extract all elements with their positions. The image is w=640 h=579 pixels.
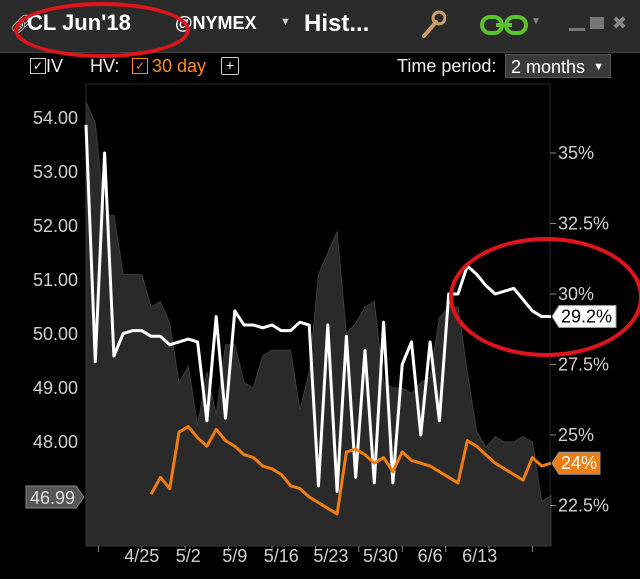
x-axis: 4/25 5/2 5/9 5/16 5/23 5/30 6/6 6/13 bbox=[97, 546, 533, 566]
price-last-value: 46.99 bbox=[30, 488, 75, 508]
x-tick-label: 5/16 bbox=[264, 546, 299, 566]
x-tick-label: 6/13 bbox=[462, 546, 497, 566]
right-tick-label: 32.5% bbox=[558, 214, 609, 234]
left-tick-label: 52.00 bbox=[33, 216, 78, 236]
x-tick-label: 4/25 bbox=[124, 546, 159, 566]
left-tick-label: 53.00 bbox=[33, 162, 78, 182]
hv-last-value: 24% bbox=[561, 453, 597, 473]
right-tick-label: 30% bbox=[558, 284, 594, 304]
left-axis: 54.00 53.00 52.00 51.00 50.00 49.00 48.00 bbox=[33, 108, 78, 452]
iv-hv-chart[interactable]: 54.00 53.00 52.00 51.00 50.00 49.00 48.00 35% 3… bbox=[0, 0, 640, 579]
right-tick-label: 27.5% bbox=[558, 355, 609, 375]
right-tick-label: 35% bbox=[558, 143, 594, 163]
left-tick-label: 49.00 bbox=[33, 378, 78, 398]
right-tick-label: 22.5% bbox=[558, 496, 609, 516]
left-tick-label: 48.00 bbox=[33, 432, 78, 452]
x-tick-label: 5/23 bbox=[313, 546, 348, 566]
iv-last-value: 29.2% bbox=[561, 307, 612, 327]
x-tick-label: 6/6 bbox=[418, 546, 443, 566]
x-tick-label: 5/30 bbox=[363, 546, 398, 566]
left-tick-label: 51.00 bbox=[33, 270, 78, 290]
x-tick-label: 5/2 bbox=[176, 546, 201, 566]
x-tick-label: 5/9 bbox=[222, 546, 247, 566]
left-tick-label: 50.00 bbox=[33, 324, 78, 344]
right-tick-label: 25% bbox=[558, 425, 594, 445]
left-tick-label: 54.00 bbox=[33, 108, 78, 128]
